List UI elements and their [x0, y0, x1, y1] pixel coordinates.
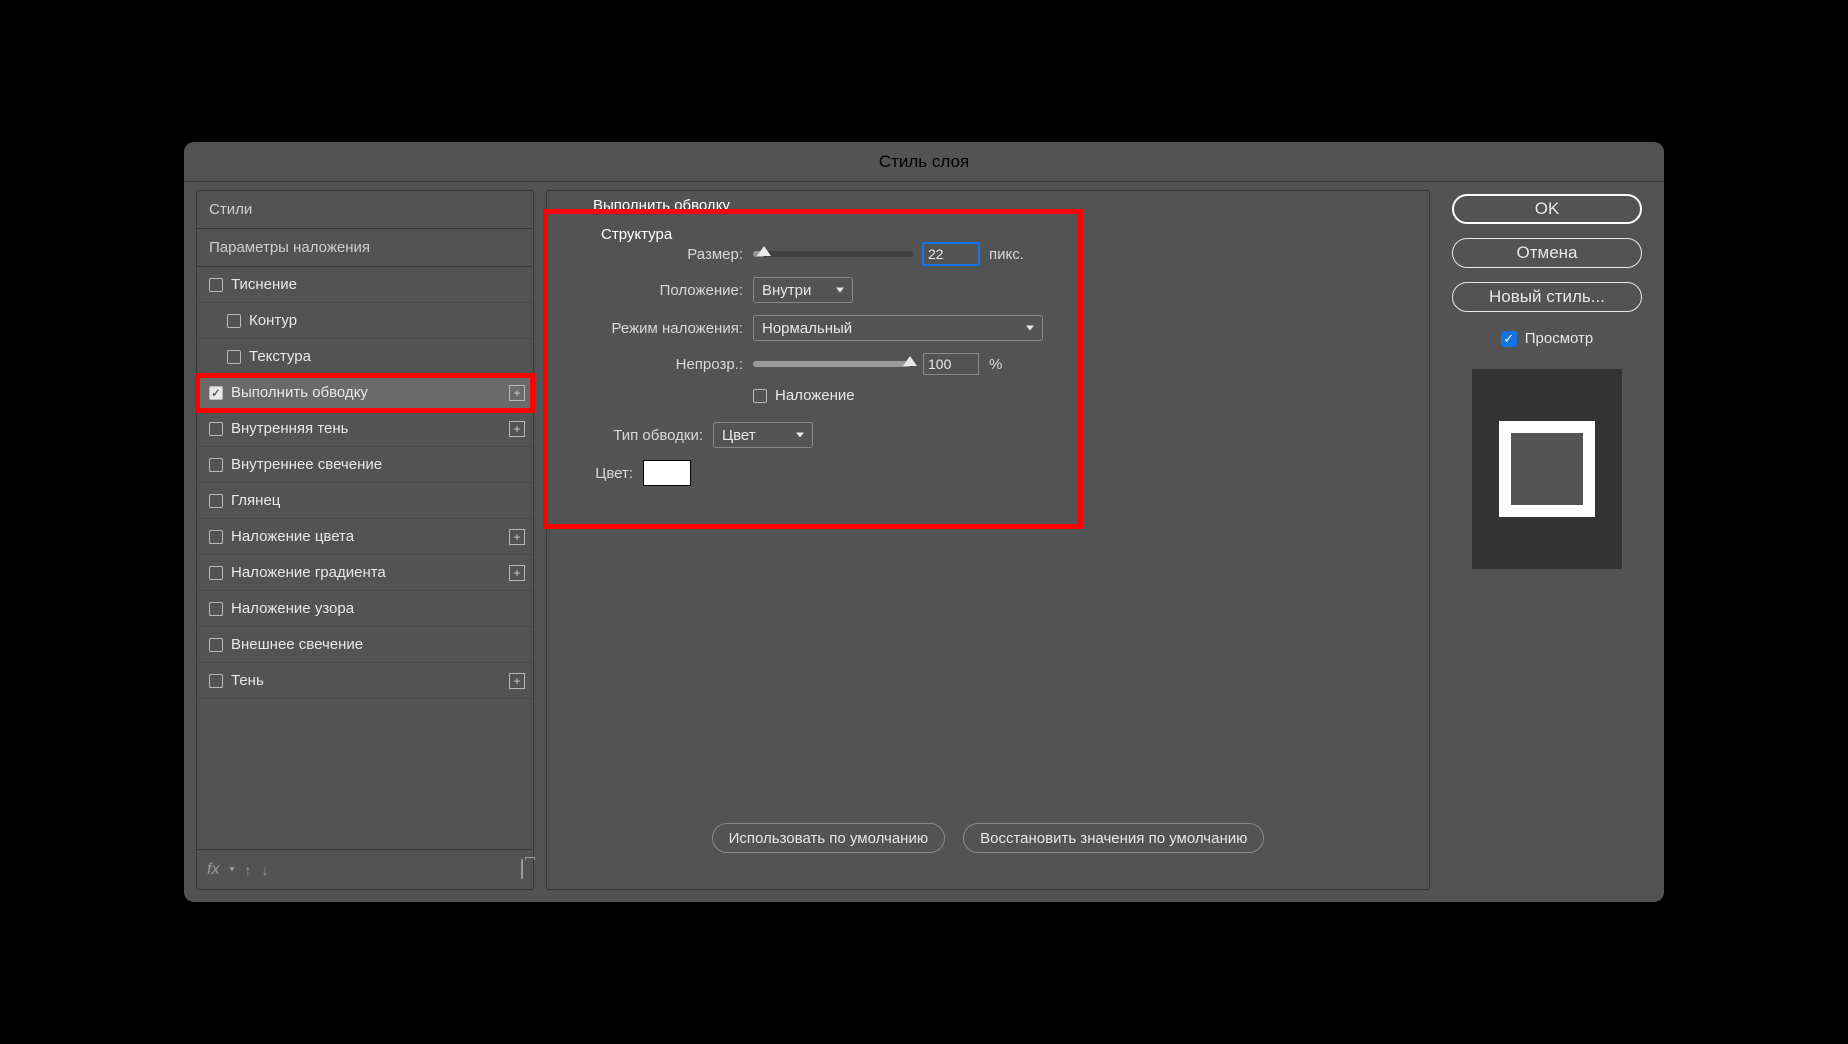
opacity-input[interactable]	[923, 353, 979, 375]
move-up-icon[interactable]: ↑	[244, 862, 251, 878]
fx-menu-icon[interactable]: fx	[207, 861, 219, 879]
sidebar-item-label: Наложение узора	[231, 600, 354, 617]
fill-type-select[interactable]: Цвет	[713, 422, 813, 448]
sidebar-item-label: Тиснение	[231, 276, 297, 293]
effect-checkbox[interactable]	[227, 350, 241, 364]
effect-checkbox[interactable]	[209, 530, 223, 544]
effect-checkbox[interactable]	[209, 566, 223, 580]
position-label: Положение:	[583, 282, 743, 299]
effect-checkbox[interactable]	[209, 674, 223, 688]
effect-checkbox[interactable]	[209, 494, 223, 508]
preview-checkbox[interactable]	[1501, 331, 1517, 347]
fill-type-label: Тип обводки:	[583, 427, 703, 444]
effect-checkbox[interactable]	[209, 422, 223, 436]
dialog-right-column: OK Отмена Новый стиль... Просмотр	[1442, 190, 1652, 890]
sidebar-item-внутренняя-тень[interactable]: Внутренняя тень +	[197, 411, 533, 447]
add-effect-icon[interactable]: +	[509, 565, 525, 581]
layer-style-dialog: Стиль слоя Стили Параметры наложения Тис…	[184, 142, 1664, 902]
sidebar-item-label: Внешнее свечение	[231, 636, 363, 653]
add-effect-icon[interactable]: +	[509, 673, 525, 689]
effect-checkbox[interactable]	[227, 314, 241, 328]
sidebar-item-label: Внутренняя тень	[231, 420, 348, 437]
sidebar-item-внешнее-свечение[interactable]: Внешнее свечение	[197, 627, 533, 663]
add-effect-icon[interactable]: +	[509, 421, 525, 437]
reset-default-button[interactable]: Восстановить значения по умолчанию	[963, 823, 1264, 853]
make-default-button[interactable]: Использовать по умолчанию	[712, 823, 945, 853]
sidebar-item-внутреннее-свечение[interactable]: Внутреннее свечение	[197, 447, 533, 483]
effect-checkbox[interactable]	[209, 386, 223, 400]
blend-mode-select[interactable]: Нормальный	[753, 315, 1043, 341]
panel-title: Выполнить обводку	[565, 191, 1411, 214]
sidebar-item-label: Контур	[249, 312, 297, 329]
sidebar-item-глянец[interactable]: Глянец	[197, 483, 533, 519]
color-label: Цвет:	[583, 465, 633, 482]
sidebar-item-текстура[interactable]: Текстура	[197, 339, 533, 375]
sidebar-item-контур[interactable]: Контур	[197, 303, 533, 339]
sidebar-item-label: Тень	[231, 672, 264, 689]
sidebar-item-наложение-узора[interactable]: Наложение узора	[197, 591, 533, 627]
color-swatch[interactable]	[643, 460, 691, 486]
effect-checkbox[interactable]	[209, 458, 223, 472]
preview-thumbnail	[1472, 369, 1622, 569]
opacity-slider[interactable]	[753, 361, 913, 367]
structure-group: Структура Размер: пикс. Положение: Внутр…	[565, 220, 1411, 516]
sidebar-item-label: Внутреннее свечение	[231, 456, 382, 473]
effects-sidebar: Стили Параметры наложения Тиснение Контур…	[196, 190, 534, 890]
sidebar-header-blend[interactable]: Параметры наложения	[197, 229, 533, 267]
sidebar-footer: fx ▾ ↑ ↓	[197, 849, 533, 889]
trash-icon[interactable]	[521, 861, 523, 878]
sidebar-item-наложение-цвета[interactable]: Наложение цвета +	[197, 519, 533, 555]
sidebar-item-label: Текстура	[249, 348, 311, 365]
overprint-label: Наложение	[775, 387, 855, 404]
sidebar-header-styles[interactable]: Стили	[197, 191, 533, 229]
blend-mode-label: Режим наложения:	[583, 320, 743, 337]
effect-checkbox[interactable]	[209, 278, 223, 292]
preview-label: Просмотр	[1525, 330, 1594, 347]
effect-settings-panel: Выполнить обводку Структура Размер: пикс…	[546, 190, 1430, 890]
sidebar-item-выполнить-обводку[interactable]: Выполнить обводку +	[197, 375, 533, 411]
sidebar-item-label: Выполнить обводку	[231, 384, 368, 401]
opacity-unit: %	[989, 356, 1002, 373]
group-legend-structure: Структура	[583, 226, 1393, 243]
size-label: Размер:	[583, 246, 743, 263]
sidebar-item-тень[interactable]: Тень +	[197, 663, 533, 699]
sidebar-item-label: Наложение цвета	[231, 528, 354, 545]
sidebar-item-наложение-градиента[interactable]: Наложение градиента +	[197, 555, 533, 591]
add-effect-icon[interactable]: +	[509, 385, 525, 401]
move-down-icon[interactable]: ↓	[261, 862, 268, 878]
dialog-titlebar[interactable]: Стиль слоя	[184, 142, 1664, 182]
sidebar-item-label: Глянец	[231, 492, 280, 509]
overprint-checkbox[interactable]	[753, 389, 767, 403]
chevron-down-icon[interactable]: ▾	[229, 864, 234, 875]
preview-shape	[1499, 421, 1595, 517]
dialog-title: Стиль слоя	[879, 152, 969, 172]
size-slider[interactable]	[753, 251, 913, 257]
ok-button[interactable]: OK	[1452, 194, 1642, 224]
add-effect-icon[interactable]: +	[509, 529, 525, 545]
new-style-button[interactable]: Новый стиль...	[1452, 282, 1642, 312]
cancel-button[interactable]: Отмена	[1452, 238, 1642, 268]
effect-checkbox[interactable]	[209, 602, 223, 616]
position-select[interactable]: Внутри	[753, 277, 853, 303]
sidebar-item-label: Наложение градиента	[231, 564, 386, 581]
size-unit: пикс.	[989, 246, 1024, 263]
size-input[interactable]	[923, 243, 979, 265]
sidebar-item-тиснение[interactable]: Тиснение	[197, 267, 533, 303]
dialog-body: Стили Параметры наложения Тиснение Контур…	[184, 182, 1664, 902]
effect-checkbox[interactable]	[209, 638, 223, 652]
opacity-label: Непрозр.:	[583, 356, 743, 373]
